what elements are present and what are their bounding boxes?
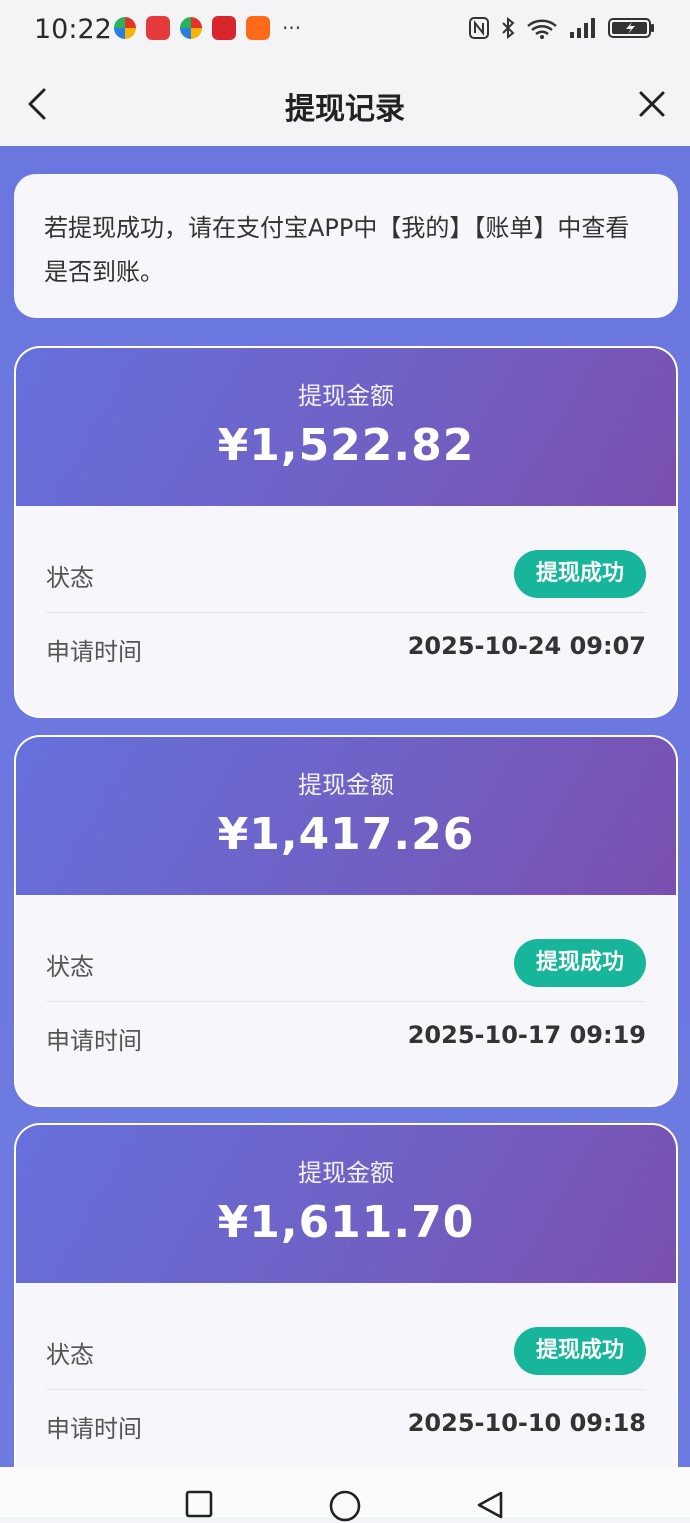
vmall-icon (212, 16, 236, 40)
pinwheel-icon (180, 17, 202, 39)
alipay-notice: 若提现成功，请在支付宝APP中【我的】【账单】中查看是否到账。 (14, 174, 678, 318)
page-title: 提现记录 (285, 92, 405, 127)
pinwheel-icon (114, 17, 136, 39)
apply-time-value: 2025-10-10 09:18 (407, 1409, 646, 1437)
close-icon[interactable] (632, 84, 672, 124)
notification-icons: ··· (114, 16, 301, 40)
status-time: 10:22 (34, 14, 112, 45)
status-badge: 提现成功 (513, 550, 646, 598)
status-badge: 提现成功 (513, 1327, 646, 1375)
amount-label: 提现金额 (298, 1159, 394, 1187)
apply-time-label: 申请时间 (46, 1027, 142, 1055)
home-circle-icon[interactable] (328, 1489, 362, 1523)
divider (46, 1001, 646, 1002)
wifi-6-icon (527, 19, 557, 39)
status-bar: 10:22 ··· (0, 0, 690, 62)
status-label: 状态 (46, 1341, 94, 1369)
status-row: 状态 提现成功 (46, 1323, 646, 1379)
withdrawal-record-card[interactable]: 提现金额 ¥1,522.82 状态 提现成功 申请时间 2025-10-24 0… (14, 346, 678, 718)
taobao-icon (246, 16, 270, 40)
amount-label: 提现金额 (298, 771, 394, 799)
apply-time-label: 申请时间 (46, 638, 142, 666)
back-triangle-icon[interactable] (474, 1489, 506, 1521)
record-amount-header: 提现金额 ¥1,611.70 (16, 1125, 676, 1283)
system-nav-bar (0, 1467, 690, 1522)
apply-time-row: 申请时间 2025-10-24 09:07 (46, 632, 646, 672)
apply-time-value: 2025-10-24 09:07 (407, 632, 646, 660)
withdrawal-amount: ¥1,522.82 (217, 420, 475, 471)
record-amount-header: 提现金额 ¥1,522.82 (16, 348, 676, 506)
apply-time-row: 申请时间 2025-10-17 09:19 (46, 1021, 646, 1061)
withdrawal-record-card[interactable]: 提现金额 ¥1,417.26 状态 提现成功 申请时间 2025-10-17 0… (14, 735, 678, 1107)
withdrawal-record-card[interactable]: 提现金额 ¥1,611.70 状态 提现成功 申请时间 2025-10-10 0… (14, 1123, 678, 1467)
battery-charging-icon (608, 18, 654, 38)
system-status-icons (468, 16, 656, 40)
status-badge: 提现成功 (513, 939, 646, 987)
withdrawal-amount: ¥1,611.70 (217, 1197, 475, 1248)
withdrawal-amount: ¥1,417.26 (217, 809, 475, 860)
apply-time-label: 申请时间 (46, 1415, 142, 1443)
apply-time-row: 申请时间 2025-10-10 09:18 (46, 1409, 646, 1449)
red-app-icon (146, 16, 170, 40)
notice-text: 若提现成功，请在支付宝APP中【我的】【账单】中查看是否到账。 (44, 214, 630, 286)
status-label: 状态 (46, 564, 94, 592)
status-row: 状态 提现成功 (46, 935, 646, 991)
signal-icon (570, 18, 595, 38)
divider (46, 612, 646, 613)
record-details: 状态 提现成功 申请时间 2025-10-10 09:18 (16, 1283, 676, 1467)
divider (46, 1389, 646, 1390)
amount-label: 提现金额 (298, 382, 394, 410)
recents-square-icon[interactable] (184, 1489, 214, 1519)
status-label: 状态 (46, 953, 94, 981)
records-scroll-area[interactable]: 若提现成功，请在支付宝APP中【我的】【账单】中查看是否到账。 提现金额 ¥1,… (0, 146, 690, 1467)
record-amount-header: 提现金额 ¥1,417.26 (16, 737, 676, 895)
record-details: 状态 提现成功 申请时间 2025-10-17 09:19 (16, 895, 676, 1105)
nfc-icon (469, 17, 489, 39)
more-notifications-icon: ··· (282, 16, 302, 40)
record-details: 状态 提现成功 申请时间 2025-10-24 09:07 (16, 506, 676, 716)
apply-time-value: 2025-10-17 09:19 (407, 1021, 646, 1049)
status-row: 状态 提现成功 (46, 546, 646, 602)
nav-bar: 提现记录 (0, 62, 690, 146)
bluetooth-icon (502, 16, 515, 40)
